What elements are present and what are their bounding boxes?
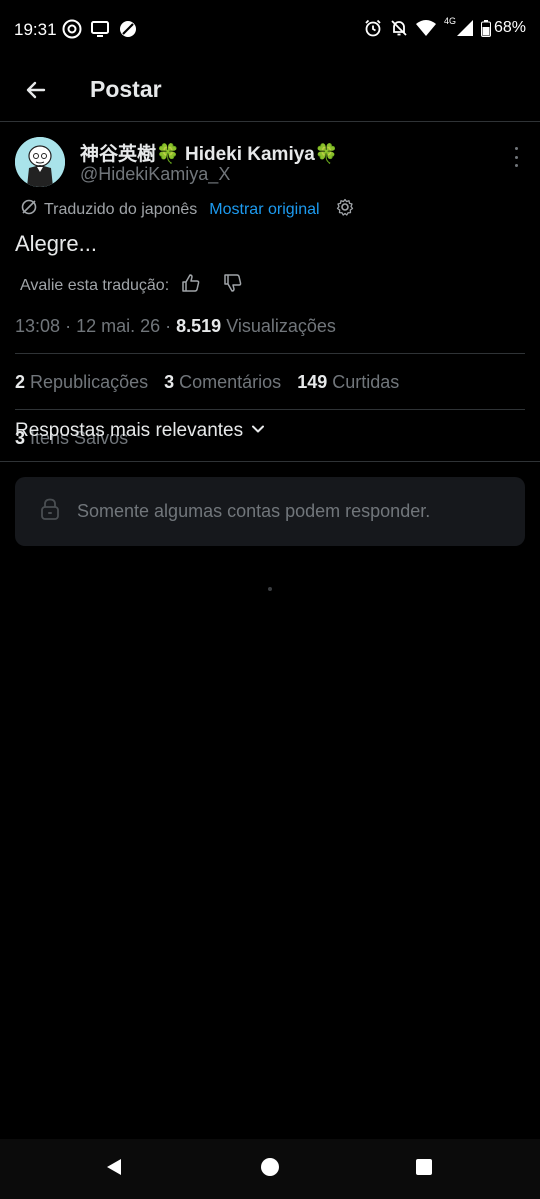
status-bar: 19:31 4G 68% <box>0 0 540 62</box>
divider <box>0 461 540 462</box>
translation-bar: Traduzido do japonês Mostrar original <box>20 198 354 221</box>
reposts-label: Republicações <box>30 372 149 392</box>
threads-icon <box>62 19 82 39</box>
likes-stat[interactable]: 149 Curtidas <box>297 372 399 393</box>
blocked-icon <box>118 19 138 39</box>
reply-restriction-notice: Somente algumas contas podem responder. <box>15 477 525 546</box>
likes-label: Curtidas <box>332 372 400 392</box>
alarm-icon <box>364 19 382 37</box>
views-label[interactable]: Visualizações <box>226 316 336 336</box>
rate-label: Avalie esta tradução: <box>20 276 170 294</box>
square-recents-icon <box>414 1157 434 1182</box>
clover-emoji: 🍀 <box>156 144 180 165</box>
chevron-down-icon <box>251 420 265 442</box>
wifi-icon <box>415 20 436 36</box>
divider <box>15 409 525 410</box>
nav-recents-button[interactable] <box>412 1157 436 1181</box>
post-date: 12 mai. 26 <box>76 316 161 336</box>
more-dot <box>514 147 518 150</box>
page-title: Postar <box>90 76 162 102</box>
network-type: 4G <box>443 16 456 26</box>
author-name[interactable]: 神谷英樹🍀 Hideki Kamiya🍀 <box>80 139 339 166</box>
more-options-button[interactable] <box>510 147 522 167</box>
more-dot <box>514 155 518 159</box>
gear-icon[interactable] <box>336 198 354 221</box>
arrow-left-icon <box>24 78 48 107</box>
nav-back-button[interactable] <box>102 1157 126 1181</box>
signal-icon <box>456 20 473 36</box>
loading-indicator <box>268 587 272 591</box>
lock-icon <box>39 497 61 526</box>
restriction-text: Somente algumas contas podem responder. <box>77 501 431 521</box>
nav-home-button[interactable] <box>258 1157 282 1181</box>
translation-label: Traduzido do japonês <box>44 200 198 218</box>
bell-off-icon <box>390 19 408 37</box>
post-time: 13:08 <box>15 316 61 336</box>
views-count: 8.519 <box>176 316 222 336</box>
meta-separator: · <box>65 316 77 336</box>
author-name-en: Hideki Kamiya <box>184 144 315 165</box>
thumbs-down-icon[interactable] <box>223 273 243 298</box>
triangle-back-icon <box>104 1157 124 1182</box>
system-nav-bar <box>0 1139 540 1199</box>
top-bar: Postar <box>0 62 540 122</box>
more-dot <box>514 164 518 167</box>
replies-sort-dropdown[interactable]: Respostas mais relevantes <box>15 420 265 442</box>
battery-icon <box>480 19 491 37</box>
meta-separator: · <box>165 316 177 336</box>
sort-label: Respostas mais relevantes <box>15 420 244 441</box>
author-name-jp: 神谷英樹 <box>80 144 157 165</box>
avatar[interactable] <box>15 137 65 187</box>
status-time: 19:31 <box>14 20 57 39</box>
cast-icon <box>90 19 110 39</box>
show-original-link[interactable]: Mostrar original <box>209 201 319 219</box>
back-button[interactable] <box>18 74 54 110</box>
rate-translation-row: Avalie esta tradução: <box>20 273 243 298</box>
reposts-stat[interactable]: 2 Republicações <box>15 372 148 393</box>
clover-emoji: 🍀 <box>314 144 339 165</box>
likes-count: 149 <box>297 372 328 392</box>
divider <box>15 353 525 354</box>
post-meta: 13:08 · 12 mai. 26 · 8.519 Visualizações <box>15 316 336 337</box>
comments-label: Comentários <box>179 372 282 392</box>
reposts-count: 2 <box>15 372 26 392</box>
battery-level: 68% <box>493 19 526 36</box>
author-handle[interactable]: @HidekiKamiya_X <box>80 164 230 185</box>
thumbs-up-icon[interactable] <box>181 273 201 298</box>
engagement-stats: 2 Republicações 3 Comentários 149 Curtid… <box>15 372 399 393</box>
comments-count: 3 <box>164 372 175 392</box>
translate-icon <box>20 198 38 221</box>
post-text: Alegre... <box>15 231 97 256</box>
comments-stat[interactable]: 3 Comentários <box>164 372 281 393</box>
circle-home-icon <box>260 1157 280 1182</box>
